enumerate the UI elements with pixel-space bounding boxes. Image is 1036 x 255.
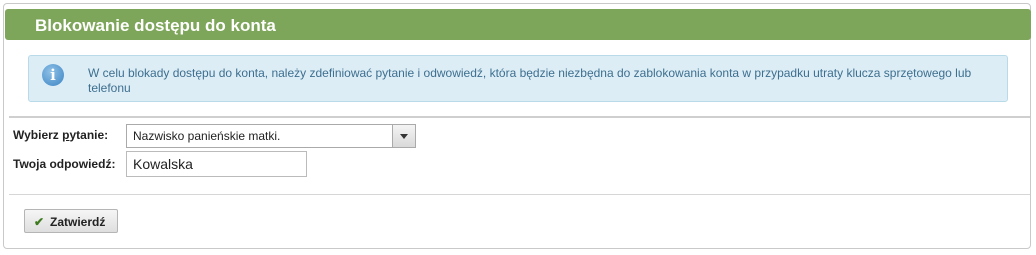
panel-header: Blokowanie dostępu do konta (5, 9, 1031, 40)
divider-top (9, 116, 1030, 118)
answer-label: Twoja odpowiedź: (13, 157, 116, 171)
question-select[interactable]: Nazwisko panieńskie matki. (126, 124, 416, 148)
question-select-value: Nazwisko panieńskie matki. (133, 129, 281, 143)
page-title: Blokowanie dostępu do konta (35, 16, 276, 35)
chevron-down-icon[interactable] (392, 125, 415, 147)
submit-button[interactable]: ✔ Zatwierdź (24, 209, 118, 233)
divider-bottom (9, 194, 1030, 195)
info-icon: i (42, 64, 64, 86)
check-icon: ✔ (34, 215, 45, 229)
submit-button-label: Zatwierdź (50, 215, 106, 229)
info-message: i W celu blokady dostępu do konta, należ… (28, 55, 1008, 102)
account-lock-panel: Blokowanie dostępu do konta i W celu blo… (3, 3, 1031, 249)
info-text: W celu blokady dostępu do konta, należy … (88, 66, 972, 95)
answer-input[interactable] (126, 151, 307, 177)
question-label: Wybierz pytanie: (13, 128, 109, 142)
